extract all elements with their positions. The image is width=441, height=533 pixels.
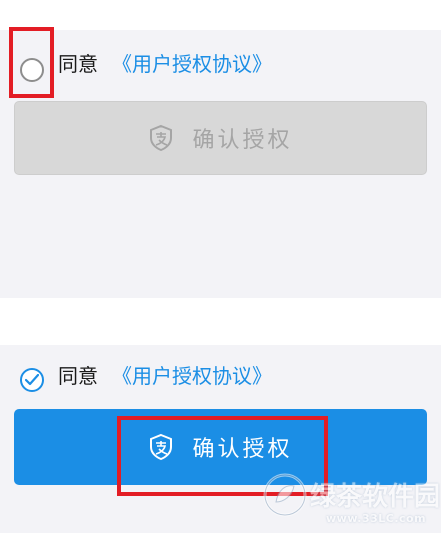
agree-row-bottom: 同意 《用户授权协议》 — [0, 359, 441, 399]
alipay-shield-icon — [150, 124, 173, 152]
agree-label: 同意 — [58, 364, 98, 388]
user-agreement-link[interactable]: 《用户授权协议》 — [112, 52, 272, 76]
confirm-button-label: 确认授权 — [192, 437, 293, 462]
checkmark-icon — [25, 374, 39, 386]
user-agreement-link[interactable]: 《用户授权协议》 — [112, 364, 272, 388]
agree-row-top: 同意 《用户授权协议》 — [0, 46, 441, 86]
confirm-authorize-button-disabled[interactable]: 确认授权 — [14, 101, 427, 175]
alipay-shield-icon — [150, 433, 173, 461]
confirm-button-label: 确认授权 — [192, 128, 293, 153]
agree-label: 同意 — [58, 52, 98, 76]
agree-radio-checked[interactable] — [20, 368, 44, 392]
agree-radio-unchecked[interactable] — [20, 58, 44, 82]
watermark-url: www.33LC.com — [326, 512, 427, 525]
watermark-title: 绿茶软件园 — [310, 482, 441, 512]
watermark-logo-icon — [263, 473, 307, 517]
watermark: 绿茶软件园 www.33LC.com — [262, 468, 440, 532]
